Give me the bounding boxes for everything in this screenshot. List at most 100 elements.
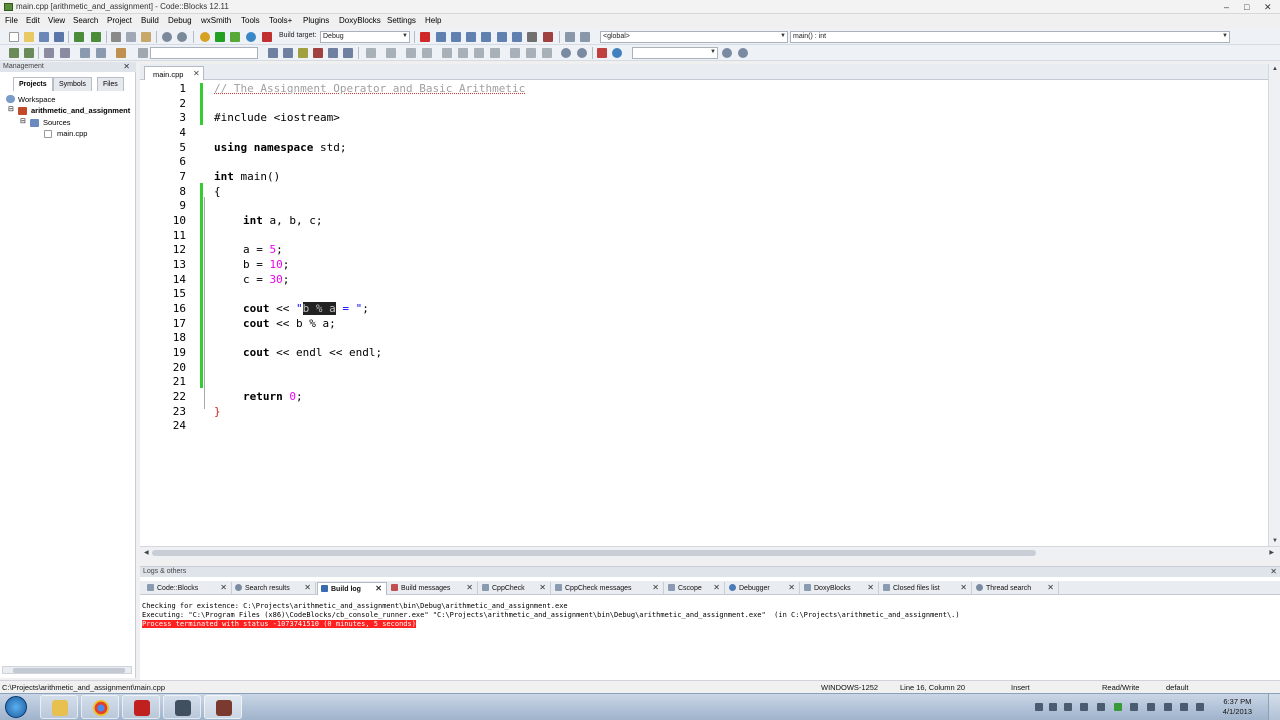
tab-thread-search[interactable]: Thread search ✕ [973,582,1059,595]
menu-search[interactable]: Search [73,16,98,25]
scroll-left-icon[interactable]: ◀ [144,549,149,556]
debug-windows-icon[interactable] [565,32,575,42]
forward-arrow-icon[interactable] [283,48,293,58]
highlight-icon[interactable] [298,48,308,58]
view-ruler-icon[interactable] [542,48,552,58]
doxy-wizard-icon[interactable] [80,48,90,58]
align-icon[interactable] [474,48,484,58]
tab-cscope[interactable]: Cscope ✕ [665,582,725,595]
build-gear-icon[interactable] [200,32,210,42]
search-options-icon[interactable] [738,48,748,58]
tab-build-log[interactable]: Build log ✕ [317,582,387,595]
close-icon[interactable]: ✕ [123,62,130,71]
tab-main-cpp[interactable]: main.cpp ✕ [144,66,204,80]
doxy-config-icon[interactable] [116,48,126,58]
close-window-button[interactable]: ✕ [1264,3,1272,12]
menu-debug[interactable]: Debug [168,16,192,25]
scroll-down-icon[interactable]: ▼ [1272,538,1278,544]
maximize-button[interactable]: □ [1244,3,1249,12]
tab-symbols[interactable]: Symbols [53,77,92,91]
tab-cppcheck-messages[interactable]: CppCheck messages ✕ [552,582,664,595]
scope-select[interactable]: <global> ▼ [600,31,788,43]
tray-icon[interactable] [1114,703,1122,711]
toolbar-search-input[interactable]: ▼ [632,47,718,59]
tray-icon[interactable] [1164,703,1172,711]
symbol-s-icon[interactable] [597,48,607,58]
network-icon[interactable] [1180,703,1188,711]
view-split-icon[interactable] [526,48,536,58]
step-out-icon[interactable] [481,32,491,42]
close-icon[interactable]: ✕ [867,583,874,592]
menu-plugins[interactable]: Plugins [303,16,329,25]
close-icon[interactable]: ✕ [375,584,382,593]
abort-icon[interactable] [262,32,272,42]
code-search-input[interactable] [150,47,258,59]
indent-icon[interactable] [442,48,452,58]
close-icon[interactable]: ✕ [1270,567,1277,576]
step-into-icon[interactable] [466,32,476,42]
close-icon[interactable]: ✕ [788,583,795,592]
taskbar-chrome[interactable] [81,695,119,719]
unfold-icon[interactable] [406,48,416,58]
scroll-up-icon[interactable]: ▲ [1272,66,1278,72]
scrollbar-thumb[interactable] [152,550,1036,556]
tray-icon[interactable] [1147,703,1155,711]
tray-icon[interactable] [1130,703,1138,711]
close-icon[interactable]: ✕ [713,583,720,592]
doxy-extract-icon[interactable] [96,48,106,58]
tab-closed-files-list[interactable]: Closed files list ✕ [880,582,972,595]
tab-build-messages[interactable]: Build messages ✕ [388,582,478,595]
menu-wxsmith[interactable]: wxSmith [201,16,231,25]
menu-settings[interactable]: Settings [387,16,416,25]
editor-horizontal-scrollbar[interactable]: ◀ ▶ [140,546,1280,559]
taskbar-codeblocks[interactable] [204,695,242,719]
tab-codeblocks-log[interactable]: Code::Blocks ✕ [144,582,232,595]
build-and-run-icon[interactable] [230,32,240,42]
tab-debugger[interactable]: Debugger ✕ [726,582,800,595]
taskbar-explorer[interactable] [40,695,78,719]
next-line-icon[interactable] [451,32,461,42]
search-icon[interactable] [722,48,732,58]
doxy-line-icon[interactable] [60,48,70,58]
debug-start-icon[interactable] [420,32,430,42]
tray-icon[interactable] [1035,703,1043,711]
code-completion-icon[interactable] [138,48,148,58]
menu-view[interactable]: View [48,16,65,25]
build-target-select[interactable]: Debug ▼ [320,31,410,43]
zoom-in-icon[interactable] [561,48,571,58]
show-desktop-button[interactable] [1268,694,1280,720]
menu-file[interactable]: File [5,16,18,25]
tab-search-results[interactable]: Search results ✕ [232,582,316,595]
minimize-button[interactable]: – [1224,3,1229,12]
find-icon[interactable] [162,32,172,42]
tray-icon[interactable] [1080,703,1088,711]
bookmark-icon[interactable] [313,48,323,58]
copy-icon[interactable] [126,32,136,42]
menu-tools[interactable]: Tools [241,16,260,25]
doxy-comment-icon[interactable] [44,48,54,58]
tree-main-cpp[interactable]: main.cpp [57,129,87,138]
volume-icon[interactable] [1196,703,1204,711]
toggle-comment-icon[interactable] [9,48,19,58]
select-block-icon[interactable] [422,48,432,58]
scroll-right-icon[interactable]: ▶ [1269,549,1274,556]
tab-doxyblocks[interactable]: DoxyBlocks ✕ [801,582,879,595]
taskbar-app[interactable] [122,695,160,719]
menu-doxyblocks[interactable]: DoxyBlocks [339,16,381,25]
taskbar-app[interactable] [163,695,201,719]
close-icon[interactable]: ✕ [193,69,200,78]
paste-icon[interactable] [141,32,151,42]
close-icon[interactable]: ✕ [1047,583,1054,592]
pause-icon[interactable] [527,32,537,42]
uncomment-icon[interactable] [24,48,34,58]
close-icon[interactable]: ✕ [220,583,227,592]
menu-project[interactable]: Project [107,16,132,25]
undo-icon[interactable] [74,32,84,42]
redo-icon[interactable] [91,32,101,42]
code-editor[interactable]: 1 2 3 4 5 6 7 8 9 10 11 12 13 14 15 16 1… [140,80,1268,546]
tab-cppcheck[interactable]: CppCheck ✕ [479,582,551,595]
function-select[interactable]: main() : int ▼ [790,31,1230,43]
close-icon[interactable]: ✕ [960,583,967,592]
clock[interactable]: 6:37 PM 4/1/2013 [1223,697,1252,717]
run-to-cursor-icon[interactable] [436,32,446,42]
